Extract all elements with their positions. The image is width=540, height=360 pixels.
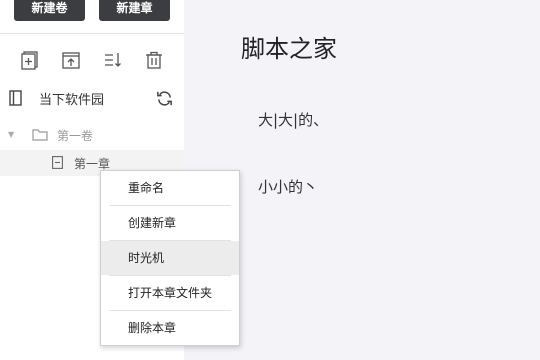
document-icon — [52, 156, 63, 169]
menu-item-time-machine[interactable]: 时光机 — [101, 241, 239, 275]
sidebar-divider — [0, 33, 184, 34]
volume-label: 第一卷 — [57, 129, 94, 143]
menu-item-create-chapter[interactable]: 创建新章 — [101, 206, 239, 240]
context-menu: 重命名 创建新章 时光机 打开本章文件夹 删除本章 — [100, 170, 240, 346]
upload-file-icon[interactable] — [60, 49, 82, 71]
trash-icon[interactable] — [143, 49, 165, 71]
editor-text-line[interactable]: 大|大|的、 — [258, 109, 328, 130]
expand-triangle-icon[interactable]: ▼ — [8, 130, 14, 139]
new-chapter-button[interactable]: 新建章 — [99, 0, 170, 21]
add-file-icon[interactable] — [19, 49, 41, 71]
book-icon — [9, 90, 22, 106]
project-row[interactable]: 当下软件园 — [0, 86, 184, 110]
sort-icon[interactable] — [102, 49, 124, 71]
editor-text-line[interactable]: 小小的丶 — [258, 176, 318, 197]
menu-item-delete-chapter[interactable]: 删除本章 — [101, 311, 239, 345]
menu-item-open-chapter-folder[interactable]: 打开本章文件夹 — [101, 276, 239, 310]
folder-icon — [32, 129, 48, 141]
tree-volume-item[interactable]: ▼ 第一卷 — [0, 124, 184, 146]
document-title[interactable]: 脚本之家 — [241, 29, 337, 64]
project-name: 当下软件园 — [39, 93, 105, 108]
menu-item-rename[interactable]: 重命名 — [101, 171, 239, 205]
new-volume-button[interactable]: 新建卷 — [14, 0, 85, 21]
refresh-icon[interactable] — [155, 89, 174, 108]
